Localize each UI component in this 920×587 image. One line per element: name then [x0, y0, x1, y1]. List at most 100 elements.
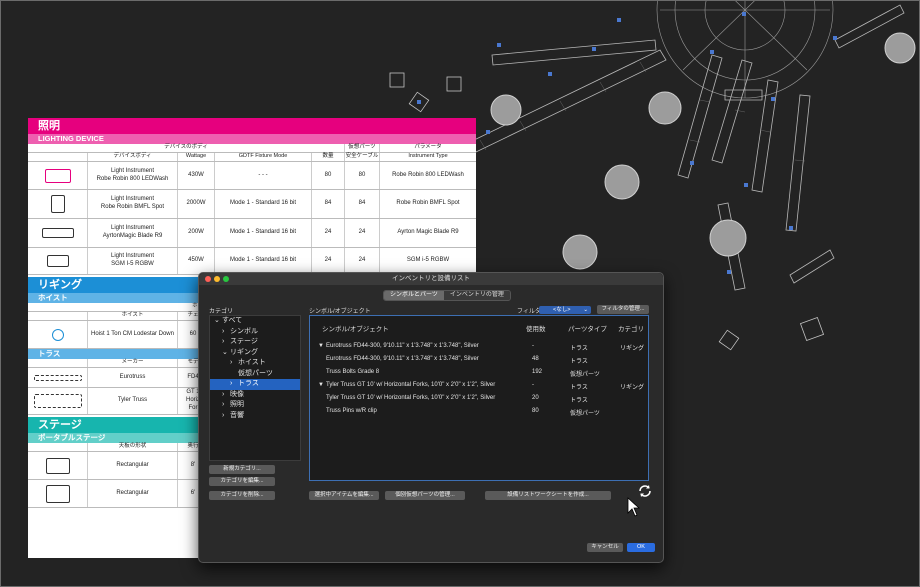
lighting-group-header: デバイスのボディ 仮想パーツ パラメータ: [28, 144, 476, 153]
chevron-down-icon: ⌄: [583, 307, 588, 313]
col-usage-count[interactable]: 使用数: [526, 323, 546, 333]
row-name: Truss Bolts Grade 8: [326, 369, 380, 375]
row-category: リギング: [620, 346, 645, 352]
col-part-type[interactable]: パーツタイプ: [568, 323, 607, 333]
new-category-button[interactable]: 新規カテゴリ...: [209, 465, 275, 474]
cancel-button[interactable]: キャンセル: [587, 543, 623, 552]
col-quantity: 数量: [312, 153, 345, 161]
chevron-right-icon[interactable]: ›: [230, 379, 238, 390]
blade-fixture-icon: [28, 219, 88, 247]
minimize-window-icon[interactable]: [214, 276, 220, 282]
hoist-icon: [28, 321, 88, 348]
disclosure-triangle-icon[interactable]: ▼: [318, 382, 324, 388]
tab-switcher: シンボルとパーツ インベントリの管理: [383, 290, 511, 301]
delete-category-button[interactable]: カテゴリを削除...: [209, 491, 275, 500]
chevron-right-icon[interactable]: ›: [222, 411, 230, 422]
stage-deck-icon: [28, 480, 88, 507]
row-part-type: トラス: [570, 346, 588, 352]
filter-dropdown[interactable]: <なし> ⌄: [539, 306, 591, 314]
tab-inventory-manage[interactable]: インベントリの管理: [443, 291, 510, 300]
lighting-subtitle: LIGHTING DEVICE: [28, 134, 476, 144]
row-part-type: 仮想パーツ: [570, 411, 600, 417]
strobe-fixture-icon: [28, 248, 88, 274]
table-row: Light Instrument AyrtonMagic Blade R9 20…: [28, 219, 476, 248]
chevron-down-icon[interactable]: ⌄: [214, 316, 222, 327]
row-count: 20: [532, 395, 539, 401]
tree-item-1[interactable]: › シンボル: [210, 327, 300, 338]
dialog-title: インベントリと設備リスト: [392, 275, 470, 282]
row-name: Tyler Truss GT 10' w/ Horizontal Forks, …: [326, 382, 496, 388]
row-count: -: [532, 343, 534, 349]
fixture-symbols: [417, 12, 837, 274]
edit-category-button[interactable]: カテゴリを編集...: [209, 477, 275, 486]
tree-item-label: ホイスト: [238, 359, 266, 366]
tree-item-0[interactable]: ⌄ すべて: [210, 316, 300, 327]
truss-icon: [28, 368, 88, 387]
tree-item-label: リギング: [230, 348, 258, 356]
close-window-icon[interactable]: [205, 276, 211, 282]
chevron-down-icon[interactable]: ⌄: [222, 348, 230, 359]
mouse-cursor-icon: [627, 497, 641, 517]
tree-item-label: 照明: [230, 401, 244, 408]
row-count: 48: [532, 356, 539, 362]
tab-symbols-parts[interactable]: シンボルとパーツ: [384, 291, 444, 300]
row-count: 80: [532, 408, 539, 414]
table-row[interactable]: Tyler Truss GT 10' w/ Horizontal Forks, …: [310, 392, 648, 404]
lighting-column-header: デバイスボディ Wattage GDTF Fixture Mode 数量 安全ケ…: [28, 153, 476, 162]
filter-value: <なし>: [553, 307, 571, 313]
tree-item-6[interactable]: › トラス: [210, 379, 300, 390]
table-row[interactable]: Truss Bolts Grade 8 192 仮想パーツ: [310, 366, 648, 378]
group-header-virtual-parts: 仮想パーツ: [345, 144, 380, 152]
led-wash-icon: [28, 162, 88, 189]
table-row[interactable]: ▼ Tyler Truss GT 10' w/ Horizontal Forks,…: [310, 379, 648, 391]
chevron-right-icon[interactable]: ›: [222, 337, 230, 348]
table-row: Light Instrument Robe Robin BMFL Spot 20…: [28, 190, 476, 219]
spot-fixture-icon: [28, 190, 88, 218]
create-worksheet-button[interactable]: 設備リストワークシートを作成...: [485, 491, 611, 500]
col-symbol-object[interactable]: シンボル/オブジェクト: [322, 323, 389, 333]
row-category: リギング: [620, 385, 645, 391]
col-safety-cable: 安全ケーブル: [345, 153, 380, 161]
tree-item-5[interactable]: 仮想パーツ: [210, 369, 300, 380]
symbol-object-label: シンボル/オブジェクト: [309, 309, 371, 315]
table-row: Light Instrument Robe Robin 800 LEDWash …: [28, 162, 476, 190]
category-label: カテゴリ: [209, 309, 234, 315]
tree-item-label: 映像: [230, 390, 244, 398]
tree-item-label: トラス: [238, 380, 259, 387]
inventory-dialog: インベントリと設備リスト シンボルとパーツ インベントリの管理 カテゴリ シンボ…: [198, 272, 664, 563]
symbol-table: シンボル/オブジェクト 使用数 パーツタイプ カテゴリ ▼ Eurotruss F…: [309, 315, 649, 481]
chevron-right-icon[interactable]: ›: [222, 327, 230, 338]
round-platforms: [490, 32, 916, 270]
disclosure-triangle-icon[interactable]: ▼: [318, 343, 324, 349]
row-part-type: トラス: [570, 398, 588, 404]
zoom-window-icon[interactable]: [223, 276, 229, 282]
table-row[interactable]: Truss Pins w/R clip 80 仮想パーツ: [310, 405, 648, 417]
truss-runs: [469, 4, 905, 291]
table-row[interactable]: ▼ Eurotruss FD44-300, 9'10.11" x 1'3.748"…: [310, 340, 648, 352]
chevron-right-icon[interactable]: ›: [230, 358, 238, 369]
col-category[interactable]: カテゴリ: [618, 323, 644, 333]
table-row: Light Instrument SGM I-5 RGBW 450W Mode …: [28, 248, 476, 275]
lighting-section-title: 照明: [28, 118, 476, 134]
col-gdtf-mode: GDTF Fixture Mode: [215, 153, 312, 161]
row-name: Truss Pins w/R clip: [326, 408, 377, 414]
chevron-right-icon[interactable]: ›: [222, 400, 230, 411]
row-name: Eurotruss FD44-300, 9'10.11" x 1'3.748" …: [326, 343, 479, 349]
tree-item-7[interactable]: › 映像: [210, 390, 300, 401]
ok-button[interactable]: OK: [627, 543, 655, 552]
filter-manage-button[interactable]: フィルタの管理...: [597, 305, 649, 314]
truss-hatching: [479, 61, 806, 162]
tree-item-2[interactable]: › ステージ: [210, 337, 300, 348]
row-part-type: トラス: [570, 359, 588, 365]
manage-parts-button[interactable]: 個別仮想パーツの管理...: [385, 491, 465, 500]
tree-item-3[interactable]: ⌄ リギング: [210, 348, 300, 359]
table-row[interactable]: Eurotruss FD44-300, 9'10.11" x 1'3.748" …: [310, 353, 648, 365]
row-count: 192: [532, 369, 543, 375]
dialog-titlebar: インベントリと設備リスト: [199, 273, 663, 285]
edit-selected-button[interactable]: 選択中アイテムを編集...: [309, 491, 379, 500]
chevron-right-icon[interactable]: ›: [222, 390, 230, 401]
tree-item-8[interactable]: › 照明: [210, 400, 300, 411]
tree-item-4[interactable]: › ホイスト: [210, 358, 300, 369]
tree-item-9[interactable]: › 音響: [210, 411, 300, 422]
tree-item-label: 音響: [230, 411, 244, 419]
